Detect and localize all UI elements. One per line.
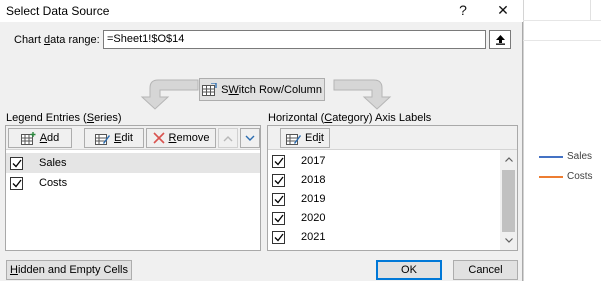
collapse-icon	[495, 35, 505, 45]
axis-labels-label: Horizontal (Category) Axis Labels	[268, 112, 432, 124]
collapse-dialog-button[interactable]	[489, 30, 511, 49]
axis-checkbox[interactable]	[272, 173, 285, 187]
chart-legend-sales: Sales	[539, 151, 592, 162]
remove-icon	[152, 132, 165, 144]
title-bar: Select Data Source ? ✕	[0, 0, 523, 22]
dialog-title: Select Data Source	[6, 4, 110, 18]
axis-checkbox[interactable]	[272, 192, 285, 206]
chart-data-range-input[interactable]: =Sheet1!$O$14	[103, 30, 486, 49]
legend-swatch-sales	[539, 155, 563, 158]
checkmark-icon	[274, 214, 284, 222]
chart-legend-label: Sales	[567, 151, 593, 162]
move-up-button[interactable]	[218, 128, 238, 148]
scroll-up-arrow[interactable]	[500, 151, 517, 168]
worksheet-background: Sales Costs	[523, 0, 601, 281]
edit-series-button[interactable]: Edit	[84, 128, 144, 148]
left-curved-arrow-icon	[140, 79, 199, 110]
checkmark-icon	[12, 159, 22, 167]
cancel-button[interactable]: Cancel	[453, 260, 518, 280]
axis-label: 2017	[301, 155, 326, 167]
edit-axis-labels-label: Edit	[305, 132, 324, 144]
axis-list-item[interactable]: 2018	[268, 170, 325, 190]
move-down-button[interactable]	[240, 128, 260, 148]
series-checkbox[interactable]	[10, 176, 23, 190]
remove-series-button[interactable]: Remove	[146, 128, 216, 148]
series-list-item-sales[interactable]: Sales	[6, 153, 260, 173]
axis-toolbar: Edit	[268, 126, 517, 150]
axis-checkbox[interactable]	[272, 230, 285, 244]
chart-legend-costs: Costs	[539, 171, 593, 182]
edit-axis-labels-button[interactable]: Edit	[280, 128, 330, 148]
chart-legend-label: Costs	[567, 171, 593, 182]
remove-series-label: Remove	[168, 132, 210, 144]
axis-label: 2020	[301, 212, 326, 224]
series-checkbox[interactable]	[10, 156, 23, 170]
checkmark-icon	[274, 176, 284, 184]
scroll-down-arrow[interactable]	[500, 232, 517, 249]
select-data-source-dialog: Select Data Source ? ✕ Chart data range:…	[0, 0, 523, 281]
edit-series-label: Edit	[114, 132, 133, 144]
ok-button[interactable]: OK	[376, 260, 442, 280]
checkmark-icon	[12, 179, 22, 187]
series-list-item-costs[interactable]: Costs	[6, 173, 260, 193]
legend-swatch-costs	[539, 175, 563, 178]
series-label: Costs	[39, 177, 68, 189]
right-curved-arrow-icon	[333, 79, 392, 110]
switch-row-column-label: SWitch Row/Column	[221, 83, 322, 96]
axis-list-item[interactable]: 2020	[268, 208, 325, 228]
legend-entries-label: Legend Entries (Series)	[6, 112, 122, 124]
add-table-icon	[20, 131, 36, 145]
scroll-thumb[interactable]	[502, 170, 515, 232]
axis-list-item[interactable]: 2021	[268, 227, 325, 247]
chart-data-range-label: Chart data range:	[14, 34, 100, 46]
hidden-empty-cells-button[interactable]: Hidden and Empty Cells	[6, 260, 132, 280]
legend-entries-panel: Add Edit Remove Sales Costs	[5, 125, 261, 251]
add-series-label: Add	[39, 132, 60, 144]
axis-list-item[interactable]: 2017	[268, 151, 325, 171]
switch-row-column-icon	[202, 82, 217, 96]
checkmark-icon	[274, 157, 284, 165]
axis-checkbox[interactable]	[272, 211, 285, 225]
chevron-down-icon	[245, 135, 255, 141]
chevron-up-icon	[223, 135, 233, 141]
axis-list-scrollbar[interactable]	[500, 150, 517, 250]
help-button[interactable]: ?	[451, 1, 475, 21]
axis-checkbox[interactable]	[272, 154, 285, 168]
series-label: Sales	[39, 157, 67, 169]
legend-toolbar: Add Edit Remove	[6, 126, 260, 150]
chevron-up-icon	[504, 157, 513, 162]
edit-table-icon	[286, 133, 301, 145]
axis-list-item[interactable]: 2019	[268, 189, 325, 209]
checkmark-icon	[274, 195, 284, 203]
hidden-empty-cells-label: Hidden and Empty Cells	[9, 264, 128, 276]
close-button[interactable]: ✕	[491, 1, 515, 21]
switch-row-column-button[interactable]: SWitch Row/Column	[199, 78, 325, 101]
chevron-down-icon	[504, 238, 513, 243]
axis-label: 2019	[301, 193, 326, 205]
axis-label: 2018	[301, 174, 326, 186]
add-series-button[interactable]: Add	[8, 128, 72, 148]
edit-table-icon	[95, 133, 111, 145]
axis-labels-panel: Edit 2017 2018 2019 2020 2021	[267, 125, 518, 251]
checkmark-icon	[274, 233, 284, 241]
axis-label: 2021	[301, 231, 326, 243]
